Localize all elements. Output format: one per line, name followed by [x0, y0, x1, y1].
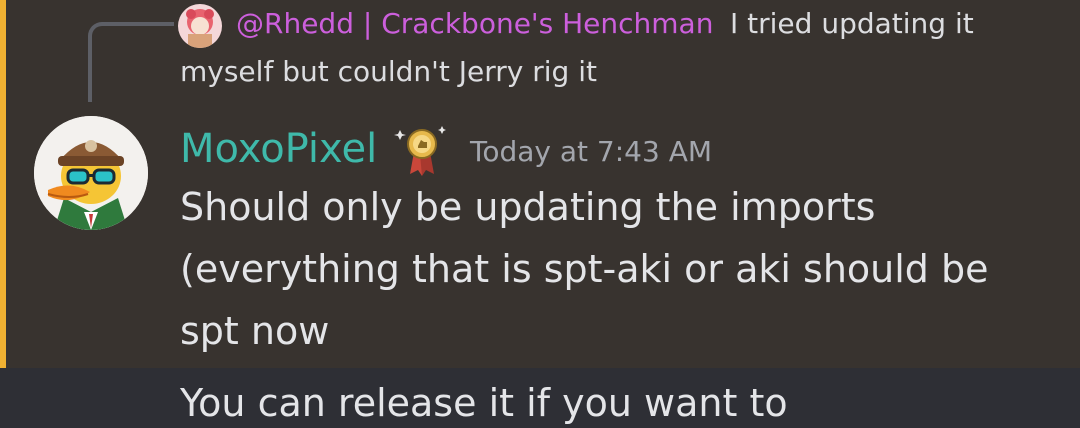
author-username[interactable]: MoxoPixel [180, 124, 377, 174]
message-line-3: spt now [180, 309, 330, 353]
reply-mention[interactable]: @Rhedd | Crackbone's Henchman [236, 4, 713, 44]
mention-highlight-bar [0, 0, 6, 368]
message-line-1: Should only be updating the imports [180, 185, 876, 229]
next-message-text: You can release it if you want to [180, 381, 788, 425]
reply-text-line-1[interactable]: I tried updating it [730, 4, 974, 44]
message-timestamp[interactable]: Today at 7:43 AM [470, 132, 712, 172]
duck-avatar-icon [34, 116, 148, 230]
reply-spine [88, 22, 174, 102]
author-avatar[interactable] [34, 116, 148, 230]
award-badge-icon[interactable] [394, 122, 450, 178]
anime-avatar-icon [178, 4, 222, 48]
award-ribbon-icon [394, 126, 446, 176]
reply-avatar[interactable] [178, 4, 222, 48]
reply-text-line-2[interactable]: myself but couldn't Jerry rig it [180, 52, 597, 92]
message-line-2: (everything that is spt-aki or aki shoul… [180, 247, 989, 291]
